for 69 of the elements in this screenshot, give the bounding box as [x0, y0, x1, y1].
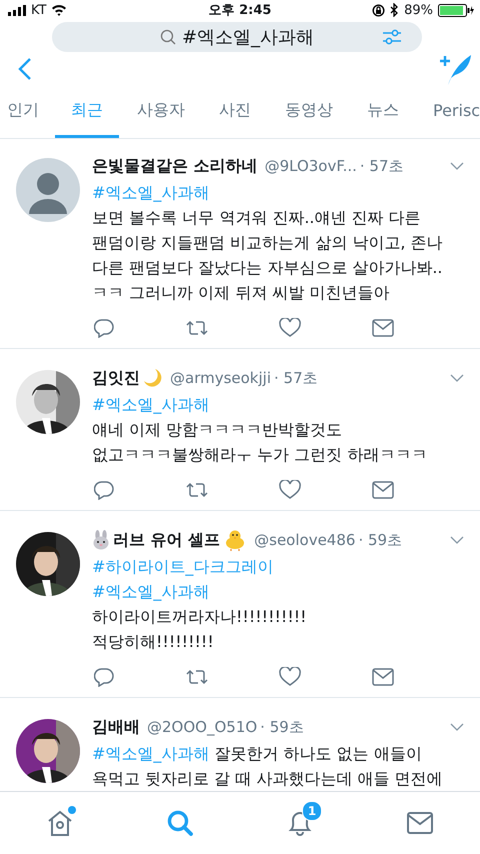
tweet-time: · 59초: [358, 530, 402, 550]
tab[interactable]: 뉴스: [351, 86, 415, 138]
reply-icon[interactable]: [94, 318, 114, 338]
heart-icon[interactable]: [279, 480, 302, 500]
tweet-text: 얘네 이제 망함ㅋㅋㅋㅋ반박할것도: [92, 420, 342, 439]
tab[interactable]: 인기: [1, 86, 53, 138]
tweet-time: · 57초: [274, 368, 318, 388]
tab[interactable]: 동영상: [269, 86, 349, 138]
moon-icon: [143, 368, 163, 388]
message-icon[interactable]: [372, 319, 394, 337]
tweet-text: 보면 볼수록 너무 역겨워 진짜..얘넨 진짜 다른: [92, 208, 421, 227]
home-icon[interactable]: [46, 809, 74, 837]
tweet-text: 하이라이트꺼라자나!!!!!!!!!!!: [92, 607, 307, 626]
heart-icon[interactable]: [279, 667, 302, 687]
tab[interactable]: 최근: [55, 86, 119, 138]
reply-icon[interactable]: [94, 667, 114, 687]
chevron-down-icon[interactable]: [450, 374, 464, 382]
user-name[interactable]: 김잇진: [92, 368, 140, 388]
tweet-text: 다른 팬덤보다 잘났다는 자부심으로 살아가나봐..: [92, 258, 443, 277]
search-icon[interactable]: [166, 809, 194, 837]
user-name[interactable]: 은빛물결같은 소리하네: [92, 156, 258, 176]
user-name[interactable]: 김배배: [92, 716, 140, 738]
tab[interactable]: 사진: [203, 86, 267, 138]
tweet-text: 팬덤이랑 지들팬덤 비교하는게 삶의 낙이고, 존나: [92, 233, 443, 252]
bluetooth-icon: [390, 3, 400, 17]
heart-icon[interactable]: [279, 318, 302, 338]
chevron-down-icon[interactable]: [450, 536, 464, 544]
tweet-text: 욕먹고 뒷자리로 갈 때 사과했다는데 애들 면전에: [92, 769, 443, 788]
tweet-text: 적당히해!!!!!!!!!: [92, 632, 214, 651]
user-handle[interactable]: @2OOO_O51O: [147, 718, 258, 736]
tweet-text: 잘못한거 하나도 없는 애들이: [213, 744, 422, 763]
mail-icon[interactable]: [406, 811, 434, 835]
retweet-icon[interactable]: [184, 319, 209, 337]
hashtag-link[interactable]: #엑소엘_사과해: [92, 744, 210, 763]
user-handle[interactable]: @armyseokjji: [170, 369, 271, 387]
tweet-time: · 57초: [360, 156, 404, 176]
rotation-lock-icon: [372, 4, 386, 16]
tweet-text: ㅋㅋ 그러니까 이제 뒤져 씨발 미친년들아: [92, 283, 390, 302]
retweet-icon[interactable]: [184, 481, 209, 499]
wifi-icon: [51, 4, 68, 16]
user-name[interactable]: 러브 유어 셀프: [113, 530, 220, 550]
carrier-label: KT: [31, 2, 46, 18]
tab[interactable]: 사용자: [121, 86, 201, 138]
user-handle[interactable]: @seolove486: [254, 531, 356, 549]
filter-icon[interactable]: [382, 28, 402, 46]
battery-percent: 89%: [404, 2, 433, 18]
tweet-time: · 59초: [260, 718, 304, 736]
search-icon: [160, 29, 176, 45]
tweet-text: 없고ㅋㅋㅋ불쌍해라ㅜ 누가 그런짓 하래ㅋㅋㅋ: [92, 445, 428, 464]
chevron-down-icon[interactable]: [450, 722, 464, 732]
message-icon[interactable]: [372, 481, 394, 499]
status-time: 오후 2:45: [208, 2, 272, 19]
back-icon[interactable]: [18, 57, 32, 81]
user-handle[interactable]: @9LO3ovF...: [264, 157, 357, 175]
notification-count: 1: [302, 801, 322, 821]
search-field[interactable]: #엑소엘_사과해: [52, 22, 422, 52]
message-icon[interactable]: [372, 668, 394, 686]
retweet-icon[interactable]: [184, 668, 209, 686]
signal-icon: [8, 4, 26, 16]
avatar-icon[interactable]: [16, 158, 80, 222]
reply-icon[interactable]: [94, 480, 114, 500]
tab[interactable]: Perisc: [417, 86, 480, 138]
hashtag-link[interactable]: #하이라이트_다크그레이: [92, 557, 274, 576]
hashtag-link[interactable]: #엑소엘_사과해: [92, 183, 210, 202]
chevron-down-icon[interactable]: [450, 162, 464, 170]
hashtag-link[interactable]: #엑소엘_사과해: [92, 395, 210, 414]
hashtag-link[interactable]: #엑소엘_사과해: [92, 582, 210, 601]
rabbit-icon: [92, 530, 110, 550]
battery-icon: [438, 4, 474, 16]
